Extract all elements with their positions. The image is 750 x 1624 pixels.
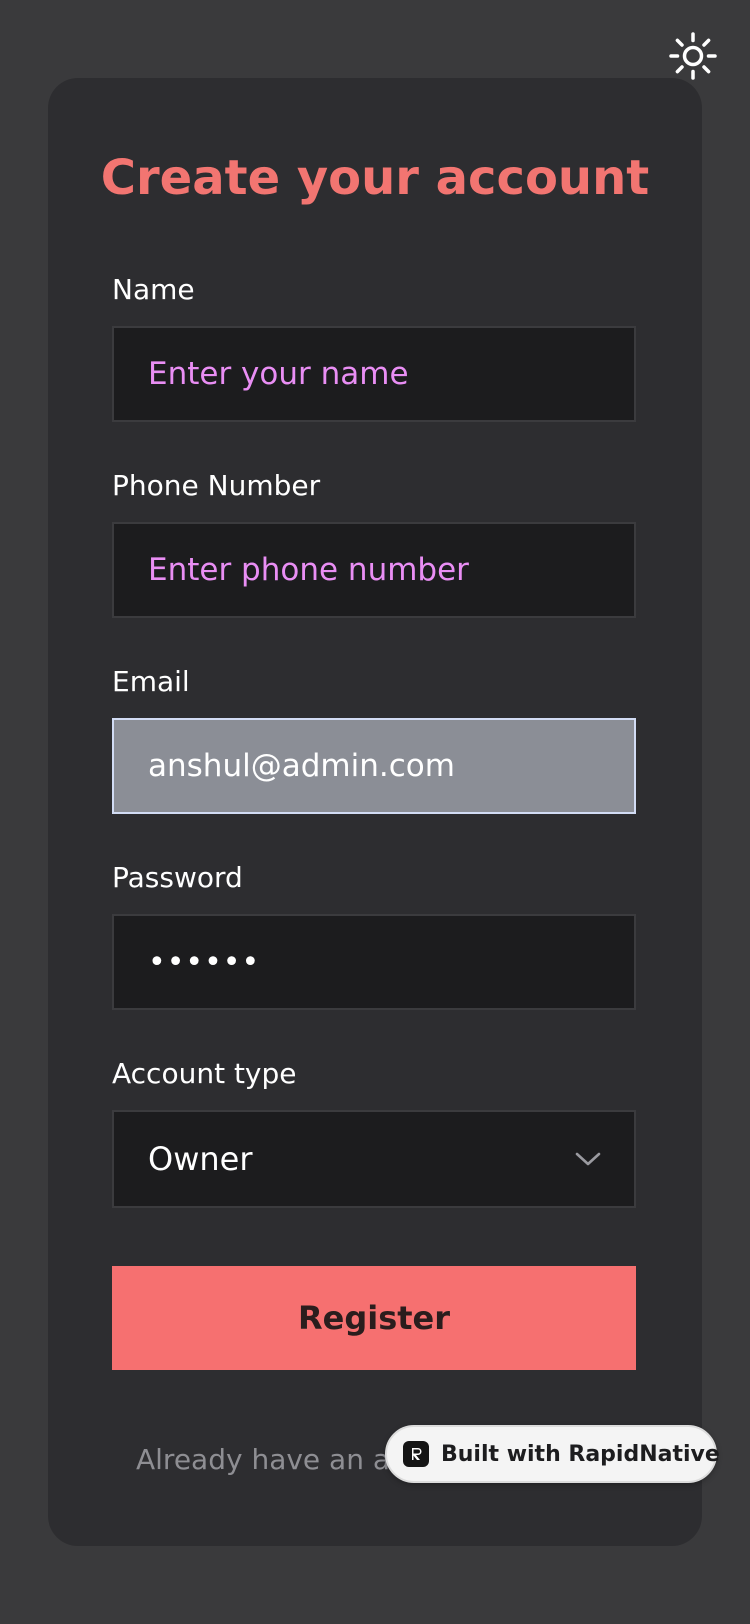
sun-icon[interactable] (668, 31, 718, 81)
account-type-value: Owner (148, 1140, 253, 1178)
badge-label: Built with RapidNative (441, 1441, 720, 1467)
account-type-select[interactable]: Owner (112, 1110, 636, 1208)
name-input[interactable] (112, 326, 636, 422)
register-button[interactable]: Register (112, 1266, 636, 1370)
email-input[interactable] (112, 718, 636, 814)
rapidnative-logo-icon (403, 1441, 429, 1467)
phone-label: Phone Number (112, 469, 321, 502)
name-label: Name (112, 273, 195, 306)
account-type-label: Account type (112, 1057, 297, 1090)
password-label: Password (112, 861, 243, 894)
password-input[interactable] (112, 914, 636, 1010)
email-label: Email (112, 665, 190, 698)
login-link[interactable]: Already have an acc (136, 1443, 421, 1476)
register-card: Create your account Name Phone Number Em… (48, 78, 702, 1546)
rapidnative-badge[interactable]: Built with RapidNative (385, 1425, 720, 1483)
login-prompt: Already have an acc (136, 1446, 421, 1474)
page-title: Create your account (100, 150, 650, 206)
chevron-down-icon (575, 1152, 601, 1166)
phone-input[interactable] (112, 522, 636, 618)
